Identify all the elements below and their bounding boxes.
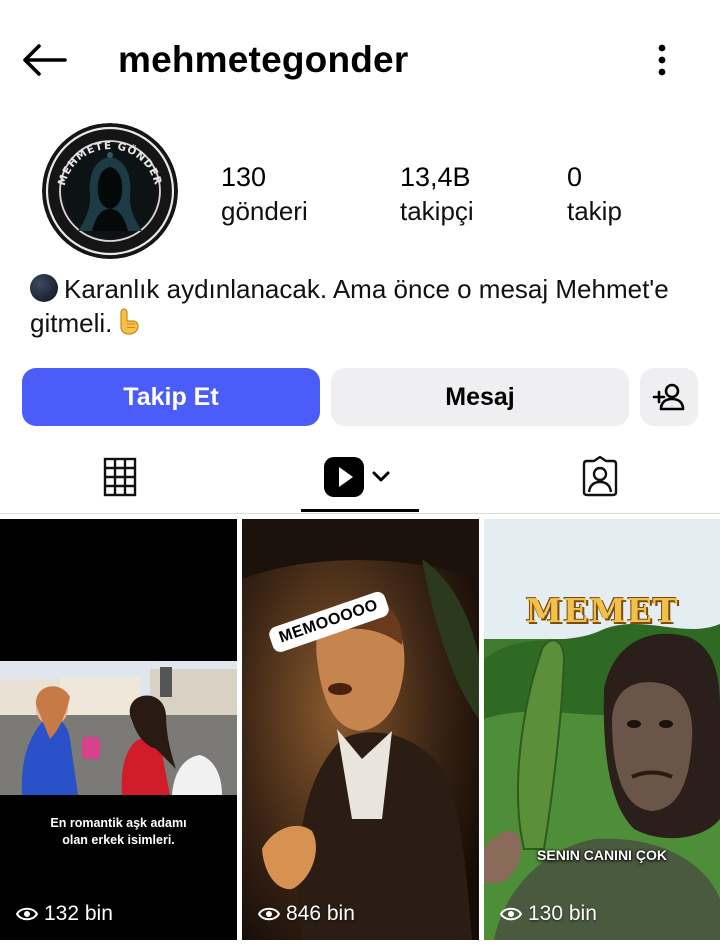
- reels-icon: [324, 457, 390, 497]
- stat-posts[interactable]: 130 gönderi: [221, 160, 308, 228]
- profile-tabs: [0, 440, 720, 514]
- reel-views: 846 bin: [258, 902, 355, 926]
- arrow-left-icon: [23, 44, 67, 76]
- reel-thumbnail[interactable]: MEMOOOOO 846 bin: [242, 519, 479, 940]
- tab-grid[interactable]: [60, 440, 180, 514]
- reel-views-count: 130 bin: [528, 902, 597, 925]
- following-label: takip: [567, 196, 622, 226]
- reel-thumbnail[interactable]: En romantik aşk adamı olan erkek isimler…: [0, 519, 237, 940]
- tagged-user-icon: [582, 456, 618, 497]
- back-button[interactable]: [18, 38, 70, 82]
- suggest-users-button[interactable]: [640, 368, 698, 426]
- followers-label: takipçi: [400, 196, 474, 226]
- posts-label: gönderi: [221, 196, 308, 226]
- profile-bio: Karanlık aydınlanacak. Ama önce o mesaj …: [30, 272, 700, 343]
- active-tab-indicator: [301, 509, 419, 512]
- tabs-divider: [0, 513, 720, 514]
- profile-avatar[interactable]: MEHMETE GÖNDER: [42, 123, 178, 259]
- eye-icon: [258, 907, 280, 921]
- reel-views-count: 846 bin: [286, 902, 355, 925]
- pointing-down-emoji-icon: [116, 307, 140, 343]
- tab-tagged[interactable]: [540, 440, 660, 514]
- reel-thumbnail[interactable]: MEMET SENIN CANINI ÇOK 130 bin: [484, 519, 720, 940]
- reel-3-image: [484, 519, 720, 940]
- followers-count: 13,4B: [400, 162, 471, 192]
- avatar-image: MEHMETE GÖNDER: [42, 123, 178, 259]
- reel-views: 132 bin: [16, 902, 113, 926]
- tab-reels[interactable]: [301, 440, 419, 514]
- reel-1-image: [0, 519, 237, 940]
- reel-title: MEMET: [525, 591, 679, 630]
- top-bar: mehmetegonder: [0, 0, 720, 120]
- message-button[interactable]: Mesaj: [331, 368, 629, 426]
- reel-views-count: 132 bin: [44, 902, 113, 925]
- new-moon-emoji-icon: [30, 274, 58, 302]
- reel-caption: SENIN CANINI ÇOK: [537, 847, 667, 863]
- grid-icon: [103, 457, 137, 497]
- profile-username: mehmetegonder: [118, 39, 409, 80]
- reel-views: 130 bin: [500, 902, 597, 926]
- follow-button[interactable]: Takip Et: [22, 368, 320, 426]
- more-vertical-icon: [658, 44, 666, 76]
- add-person-icon: [652, 383, 685, 411]
- more-options-button[interactable]: [642, 38, 682, 82]
- eye-icon: [500, 907, 522, 921]
- reel-2-image: [242, 519, 479, 940]
- stat-followers[interactable]: 13,4B takipçi: [400, 160, 474, 228]
- posts-count: 130: [221, 162, 267, 192]
- stat-following[interactable]: 0 takip: [567, 160, 622, 228]
- bottom-edge: [0, 940, 720, 946]
- eye-icon: [16, 907, 38, 921]
- following-count: 0: [567, 162, 583, 192]
- reel-caption: En romantik aşk adamı olan erkek isimler…: [50, 816, 187, 847]
